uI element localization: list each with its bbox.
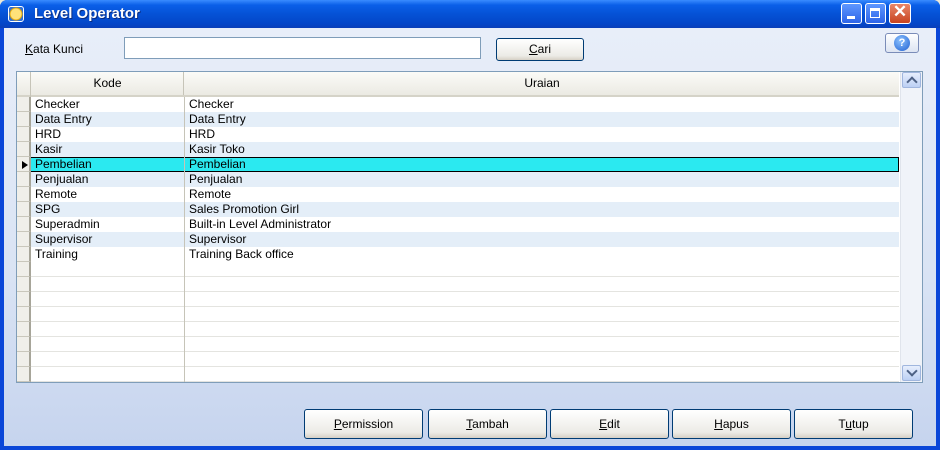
maximize-icon <box>870 8 880 18</box>
table-row[interactable]: Penjualan Penjualan <box>17 172 899 187</box>
table-row[interactable]: Data Entry Data Entry <box>17 112 899 127</box>
column-header-uraian[interactable]: Uraian <box>185 72 899 95</box>
close-icon: ✕ <box>892 2 908 21</box>
search-input[interactable] <box>124 37 481 59</box>
row-indicator[interactable] <box>17 217 31 232</box>
cell-uraian: Supervisor <box>189 232 247 246</box>
table-row[interactable]: Superadmin Built-in Level Administrator <box>17 217 899 232</box>
tambah-button[interactable]: Tambah <box>428 409 547 439</box>
cari-button[interactable]: Cari <box>496 38 584 61</box>
row-indicator[interactable] <box>17 232 31 247</box>
window-title: Level Operator <box>34 5 140 22</box>
scroll-down-button[interactable] <box>902 365 921 381</box>
column-divider <box>184 97 185 382</box>
row-indicator[interactable] <box>17 262 31 277</box>
minimize-button[interactable] <box>841 3 862 24</box>
cell-kode: Penjualan <box>35 172 89 186</box>
tutup-button[interactable]: Tutup <box>794 409 913 439</box>
hapus-button[interactable]: Hapus <box>672 409 791 439</box>
close-button[interactable]: ✕ <box>889 2 911 24</box>
row-indicator[interactable] <box>17 307 31 322</box>
cell-kode: Checker <box>35 97 80 111</box>
window: Level Operator ✕ Kata Kunci Cari ? Kode … <box>0 0 940 450</box>
cell-uraian: Remote <box>189 187 232 201</box>
row-indicator[interactable] <box>17 202 31 217</box>
help-button[interactable]: ? <box>885 33 919 53</box>
scroll-up-icon <box>906 76 918 88</box>
table-row[interactable]: Training Training Back office <box>17 247 899 262</box>
cell-uraian: Sales Promotion Girl <box>189 202 300 216</box>
title-bar[interactable]: Level Operator ✕ <box>0 0 940 28</box>
cell-kode: Remote <box>35 187 78 201</box>
table-row[interactable]: Checker Checker <box>17 97 899 112</box>
cell-kode: Supervisor <box>35 232 93 246</box>
vertical-scrollbar[interactable] <box>900 72 922 382</box>
minimize-icon <box>847 16 855 19</box>
search-label: Kata Kunci <box>25 42 84 56</box>
cell-kode: Superadmin <box>35 217 100 231</box>
row-indicator[interactable] <box>17 292 31 307</box>
scroll-down-icon <box>906 365 918 377</box>
row-indicator[interactable] <box>17 247 31 262</box>
row-indicator[interactable] <box>17 322 31 337</box>
grid-header: Kode Uraian <box>17 72 899 97</box>
row-indicator[interactable] <box>17 337 31 352</box>
maximize-button[interactable] <box>865 3 886 24</box>
empty-row[interactable] <box>17 292 899 307</box>
row-indicator[interactable] <box>17 352 31 367</box>
table-row[interactable]: Supervisor Supervisor <box>17 232 899 247</box>
row-indicator[interactable] <box>17 112 31 127</box>
empty-row[interactable] <box>17 307 899 322</box>
row-indicator[interactable] <box>17 277 31 292</box>
client-area: Kata Kunci Cari ? Kode Uraian Checker Che… <box>4 28 936 446</box>
edit-button[interactable]: Edit <box>550 409 669 439</box>
table-row[interactable]: Remote Remote <box>17 187 899 202</box>
app-icon[interactable] <box>8 6 24 22</box>
level-grid[interactable]: Kode Uraian Checker Checker Data Entry Data… <box>16 71 923 383</box>
cell-kode: SPG <box>35 202 61 216</box>
cell-uraian: Penjualan <box>189 172 243 186</box>
header-indicator-cell <box>17 72 31 97</box>
cell-uraian: Built-in Level Administrator <box>189 217 332 231</box>
cell-uraian: Training Back office <box>189 247 294 261</box>
empty-row[interactable] <box>17 262 899 277</box>
table-row[interactable]: Pembelian Pembelian <box>17 157 899 172</box>
cell-uraian: Kasir Toko <box>189 142 245 156</box>
permission-button[interactable]: Permission <box>304 409 423 439</box>
table-row[interactable]: Kasir Kasir Toko <box>17 142 899 157</box>
empty-row[interactable] <box>17 337 899 352</box>
empty-row[interactable] <box>17 322 899 337</box>
cell-kode: Data Entry <box>35 112 92 126</box>
cell-uraian: Data Entry <box>189 112 246 126</box>
row-indicator[interactable] <box>17 367 31 382</box>
empty-row[interactable] <box>17 352 899 367</box>
row-pointer-icon <box>22 161 28 169</box>
cell-kode: Training <box>35 247 78 261</box>
empty-row[interactable] <box>17 367 899 382</box>
scroll-up-button[interactable] <box>902 72 921 88</box>
help-icon: ? <box>894 35 910 51</box>
row-indicator[interactable] <box>17 97 31 112</box>
table-row[interactable]: SPG Sales Promotion Girl <box>17 202 899 217</box>
table-row[interactable]: HRD HRD <box>17 127 899 142</box>
empty-row[interactable] <box>17 277 899 292</box>
grid-rows: Checker Checker Data Entry Data Entry HRD HRD… <box>17 97 899 382</box>
row-indicator[interactable] <box>17 142 31 157</box>
column-header-kode[interactable]: Kode <box>32 72 184 95</box>
cell-kode: Kasir <box>35 142 63 156</box>
cell-uraian: Pembelian <box>189 157 246 171</box>
cell-uraian: Checker <box>189 97 234 111</box>
row-indicator[interactable] <box>17 157 31 172</box>
row-indicator[interactable] <box>17 127 31 142</box>
cell-uraian: HRD <box>189 127 215 141</box>
row-indicator[interactable] <box>17 172 31 187</box>
row-indicator[interactable] <box>17 187 31 202</box>
cell-kode: HRD <box>35 127 61 141</box>
cell-kode: Pembelian <box>35 157 92 171</box>
